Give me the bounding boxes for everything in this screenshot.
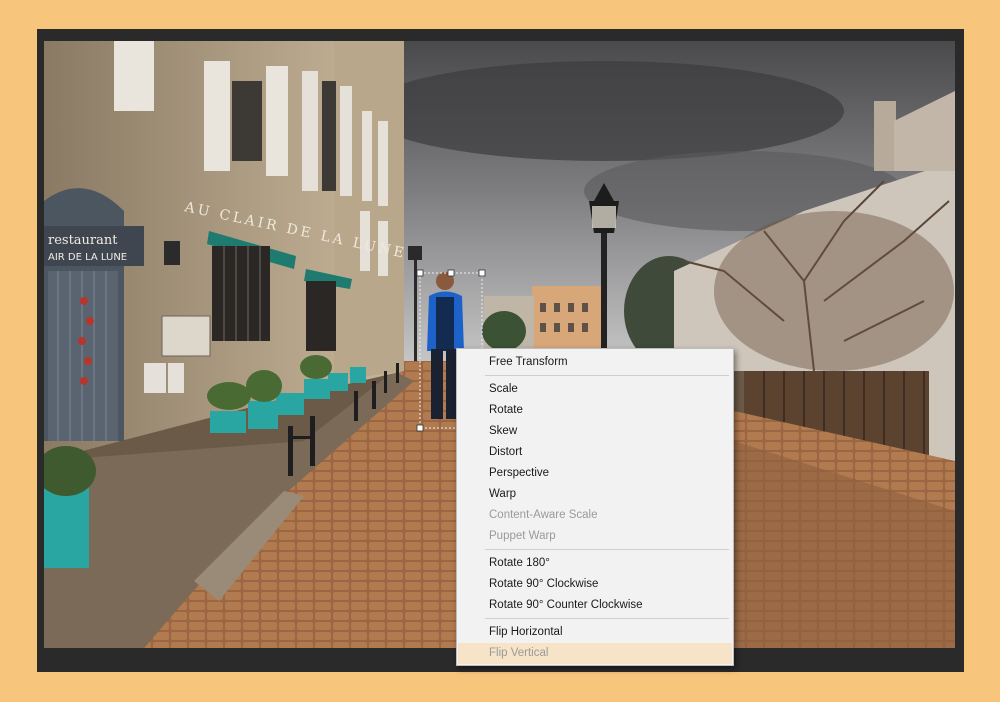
menu-item-warp[interactable]: Warp <box>458 484 732 505</box>
menu-item-content-aware-scale: Content-Aware Scale <box>489 509 598 521</box>
wall-lantern <box>164 241 180 265</box>
menu-item-flip-vertical[interactable]: Flip Vertical <box>458 643 732 664</box>
svg-text:AIR DE LA LUNE: AIR DE LA LUNE <box>48 252 127 263</box>
menu-item-rotate-90-cw[interactable]: Rotate 90° Clockwise <box>458 574 732 595</box>
menu-item-rotate-90-ccw[interactable]: Rotate 90° Counter Clockwise <box>458 595 732 616</box>
transform-context-menu: Free Transform Scale Rotate Skew Distort… <box>456 348 734 666</box>
menu-separator <box>485 549 729 550</box>
menu-item-skew[interactable]: Skew <box>458 421 732 442</box>
menu-item-perspective[interactable]: Perspective <box>458 463 732 484</box>
menu-separator <box>485 375 729 376</box>
menu-item-scale[interactable]: Scale <box>458 379 732 400</box>
menu-item-flip-horizontal[interactable]: Flip Horizontal <box>458 622 732 643</box>
svg-text:restaurant: restaurant <box>48 233 118 248</box>
distant-building <box>532 286 602 351</box>
menu-item-rotate[interactable]: Rotate <box>458 400 732 421</box>
menu-item-puppet-warp: Puppet Warp <box>489 530 556 542</box>
menu-item-free-transform[interactable]: Free Transform <box>458 352 732 373</box>
menu-item-distort[interactable]: Distort <box>458 442 732 463</box>
menu-separator <box>485 618 729 619</box>
menu-item-rotate-180[interactable]: Rotate 180° <box>458 553 732 574</box>
